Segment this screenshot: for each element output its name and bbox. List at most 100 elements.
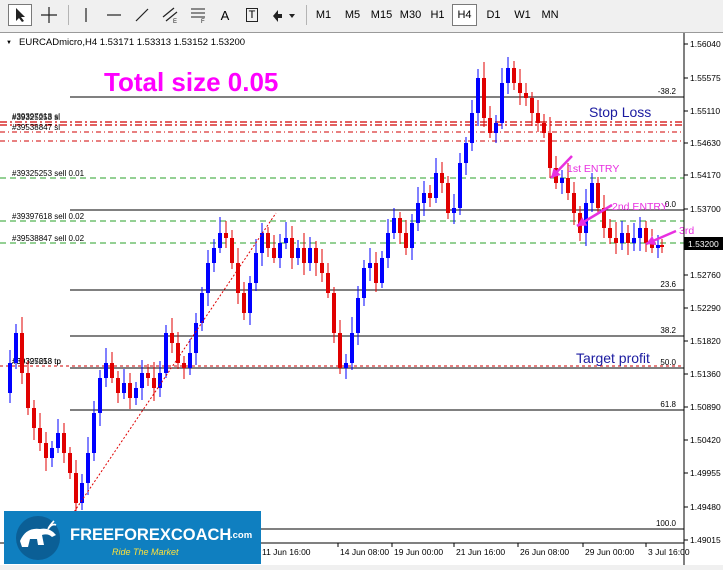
fib-level-label: 38.2 <box>660 326 676 335</box>
bull-candle <box>254 253 258 283</box>
current-price-label: 1.53200 <box>688 239 719 249</box>
chart-area[interactable]: -38.2 0.0 23.6 38.2 50.0 61.8 100.0 #39325253 s… <box>0 32 723 565</box>
price-tick-label: 1.49480 <box>690 502 721 512</box>
logo-domain: .com <box>230 530 252 541</box>
timeframe-label: H1 <box>430 9 445 21</box>
bear-candle <box>626 233 630 243</box>
price-tick-label: 1.49015 <box>690 535 721 545</box>
crosshair-tool-button[interactable] <box>36 4 62 26</box>
timeframe-m1-button[interactable]: M1 <box>310 4 337 26</box>
bear-candle <box>170 333 174 343</box>
bull-candle <box>632 238 636 243</box>
bull-candle <box>8 363 12 393</box>
bull-candle <box>188 353 192 368</box>
cursor-tool-button[interactable] <box>8 4 32 26</box>
bear-candle <box>512 68 516 83</box>
bear-candle <box>572 193 576 213</box>
timeframe-h1-button[interactable]: H1 <box>425 4 450 26</box>
timeframe-m30-button[interactable]: M30 <box>397 4 424 26</box>
bull-candle <box>494 123 498 133</box>
bull-candle <box>392 218 396 233</box>
bull-candle <box>350 333 354 363</box>
bear-candle <box>404 233 408 248</box>
bull-candle <box>278 243 282 258</box>
entry-1-label: 1st ENTRY <box>567 163 619 175</box>
bear-candle <box>62 433 66 453</box>
bear-candle <box>128 383 132 398</box>
bear-candle <box>446 183 450 213</box>
bull-candle <box>164 333 168 373</box>
timeframe-h4-button[interactable]: H4 <box>452 4 477 26</box>
order-label: #39538847 sell 0.02 <box>12 234 85 243</box>
timeframe-label: M1 <box>315 9 332 21</box>
timeframe-m15-button[interactable]: M15 <box>368 4 395 26</box>
bull-candle <box>470 113 474 143</box>
bear-candle <box>266 233 270 248</box>
timeframe-m5-button[interactable]: M5 <box>339 4 366 26</box>
cursor-arrow-icon <box>16 8 25 22</box>
bull-candle <box>560 178 564 183</box>
timeframe-mn-button[interactable]: MN <box>538 4 562 26</box>
bear-candle <box>536 113 540 123</box>
bear-candle <box>116 378 120 393</box>
bear-candle <box>428 193 432 198</box>
trendline-tool-button[interactable] <box>130 4 154 26</box>
chart-info: EURCADmicro,H4 1.53171 1.53313 1.53152 1… <box>19 37 245 48</box>
vertical-line-tool-button[interactable] <box>74 4 98 26</box>
fibonacci-tool-button[interactable]: F <box>186 4 210 26</box>
bull-candle <box>590 183 594 203</box>
bear-candle <box>182 363 186 368</box>
bear-candle <box>302 248 306 263</box>
entry-3-label: 3rd <box>679 225 694 237</box>
vertical-line-icon <box>85 8 87 22</box>
bear-candle <box>326 273 330 293</box>
channel-tool-button[interactable]: E <box>158 4 182 26</box>
fib-level-label: 100.0 <box>656 519 677 528</box>
bear-candle <box>26 373 30 408</box>
timeframe-d1-button[interactable]: D1 <box>480 4 507 26</box>
price-tick-label: 1.55575 <box>690 73 721 83</box>
order-label: #39538847 sl <box>12 123 60 132</box>
timeframe-label: MN <box>541 9 559 21</box>
bull-candle <box>308 248 312 263</box>
text-label-icon: T <box>245 8 259 22</box>
bull-candle <box>122 383 126 393</box>
bull-candle <box>218 233 222 248</box>
text-tool-button[interactable]: A <box>214 4 236 26</box>
bear-candle <box>398 218 402 233</box>
bear-candle <box>542 123 546 133</box>
order-label: #39325253 sell 0.01 <box>12 169 85 178</box>
trendline-icon <box>135 8 149 22</box>
bull-candle <box>362 268 366 298</box>
price-chart[interactable]: -38.20.023.638.250.061.8100.0#39325253 s… <box>0 33 723 565</box>
arrows-tool-button[interactable] <box>268 4 300 26</box>
target-profit-label: Target profit <box>576 350 650 366</box>
timeframe-w1-button[interactable]: W1 <box>509 4 536 26</box>
bear-candle <box>482 78 486 118</box>
bull-candle <box>464 143 468 163</box>
price-tick-label: 1.53700 <box>690 204 721 214</box>
bull-candle <box>386 233 390 258</box>
fib-level-label: 61.8 <box>660 400 676 409</box>
horizontal-line-tool-button[interactable] <box>102 4 126 26</box>
bear-candle <box>32 408 36 428</box>
price-tick-label: 1.50890 <box>690 402 721 412</box>
price-tick-label: 1.52760 <box>690 270 721 280</box>
timeframe-label: D1 <box>486 9 501 21</box>
bear-candle <box>518 83 522 93</box>
bear-candle <box>272 248 276 258</box>
chart-menu-icon[interactable]: ▼ <box>6 40 12 46</box>
bull-candle <box>194 323 198 353</box>
bull-candle <box>206 263 210 293</box>
time-tick-label: 26 Jun 08:00 <box>520 547 569 557</box>
order-label: #39397618 sell 0.02 <box>12 212 85 221</box>
bear-candle <box>290 238 294 258</box>
bull-candle <box>452 208 456 213</box>
time-tick-label: 14 Jun 08:00 <box>340 547 389 557</box>
logo-tagline: Ride The Market <box>112 547 179 557</box>
fibonacci-trendline[interactable] <box>71 212 277 516</box>
bear-candle <box>338 333 342 368</box>
time-tick-label: 19 Jun 00:00 <box>394 547 443 557</box>
bull-candle <box>584 203 588 233</box>
text-label-tool-button[interactable]: T <box>240 4 264 26</box>
